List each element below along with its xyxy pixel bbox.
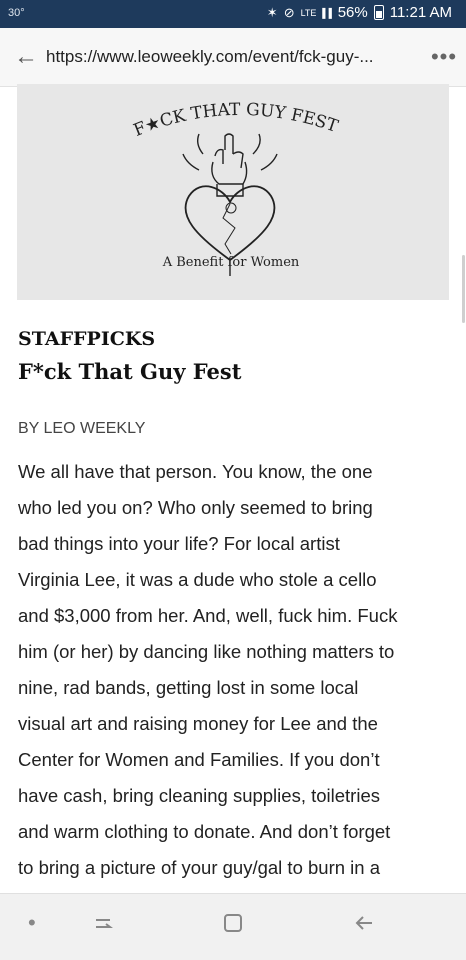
article-title: F*ck That Guy Fest [18, 359, 242, 384]
battery-percent: 56% [337, 4, 368, 21]
url-field[interactable]: https://www.leoweekly.com/event/fck-guy-… [46, 47, 422, 67]
poster-title: F★CK THAT GUY FEST [131, 100, 341, 141]
system-navigation-bar: • [0, 893, 466, 960]
scrollbar[interactable] [462, 255, 465, 323]
dot-icon[interactable]: • [28, 910, 36, 936]
status-icons: ✶ ⊘ LTE ▐▐ 56% 11:21 AM [267, 4, 452, 21]
recent-apps-icon[interactable] [92, 912, 114, 940]
article-line: Center for Women and Families. If you do… [18, 749, 380, 770]
event-poster-image: F★CK THAT GUY FEST A Benefit for Women [17, 84, 449, 300]
article-body: We all have that person. You know, the o… [18, 454, 454, 894]
battery-icon [373, 5, 384, 20]
article-line: bad things into your life? For local art… [18, 533, 340, 554]
browser-url-bar: ← https://www.leoweekly.com/event/fck-gu… [0, 28, 466, 87]
hand-illustration [182, 133, 278, 197]
signal-icon: LTE ▐▐ [300, 7, 332, 18]
back-icon[interactable] [354, 912, 376, 940]
article-line: to bring a picture of your guy/gal to bu… [18, 857, 380, 878]
article-line: We all have that person. You know, the o… [18, 461, 373, 482]
temperature-indicator: 30° [8, 7, 25, 19]
heart-crack [222, 202, 237, 255]
article-byline: BY LEO WEEKLY [18, 420, 146, 437]
poster-illustration: F★CK THAT GUY FEST A Benefit for Women [131, 100, 341, 276]
home-icon[interactable] [222, 912, 244, 940]
article-line: have cash, bring cleaning supplies, toil… [18, 785, 380, 806]
clock: 11:21 AM [389, 4, 452, 21]
heart-illustration [184, 185, 276, 262]
section-kicker[interactable]: STAFFPICKS [18, 328, 155, 350]
poster-subtitle: A Benefit for Women [162, 255, 300, 270]
article-line: Virginia Lee, it was a dude who stole a … [18, 569, 377, 590]
article-line: visual art and raising money for Lee and… [18, 713, 378, 734]
status-bar: 30° ✶ ⊘ LTE ▐▐ 56% 11:21 AM [0, 0, 466, 28]
article-line: nine, rad bands, getting lost in some lo… [18, 677, 359, 698]
back-arrow-icon[interactable]: ← [6, 43, 46, 71]
bluetooth-icon: ✶ [266, 4, 278, 20]
article-line: and warm clothing to donate. And don’t f… [18, 821, 391, 842]
article-line: and $3,000 from her. And, well, fuck him… [18, 605, 398, 626]
lte-label: LTE [300, 7, 317, 18]
vibrate-mute-icon: ⊘ [283, 4, 295, 20]
article-line: him (or her) by dancing like nothing mat… [18, 641, 395, 662]
article-line: who led you on? Who only seemed to bring [18, 497, 373, 518]
more-options-icon[interactable]: ••• [422, 44, 466, 70]
